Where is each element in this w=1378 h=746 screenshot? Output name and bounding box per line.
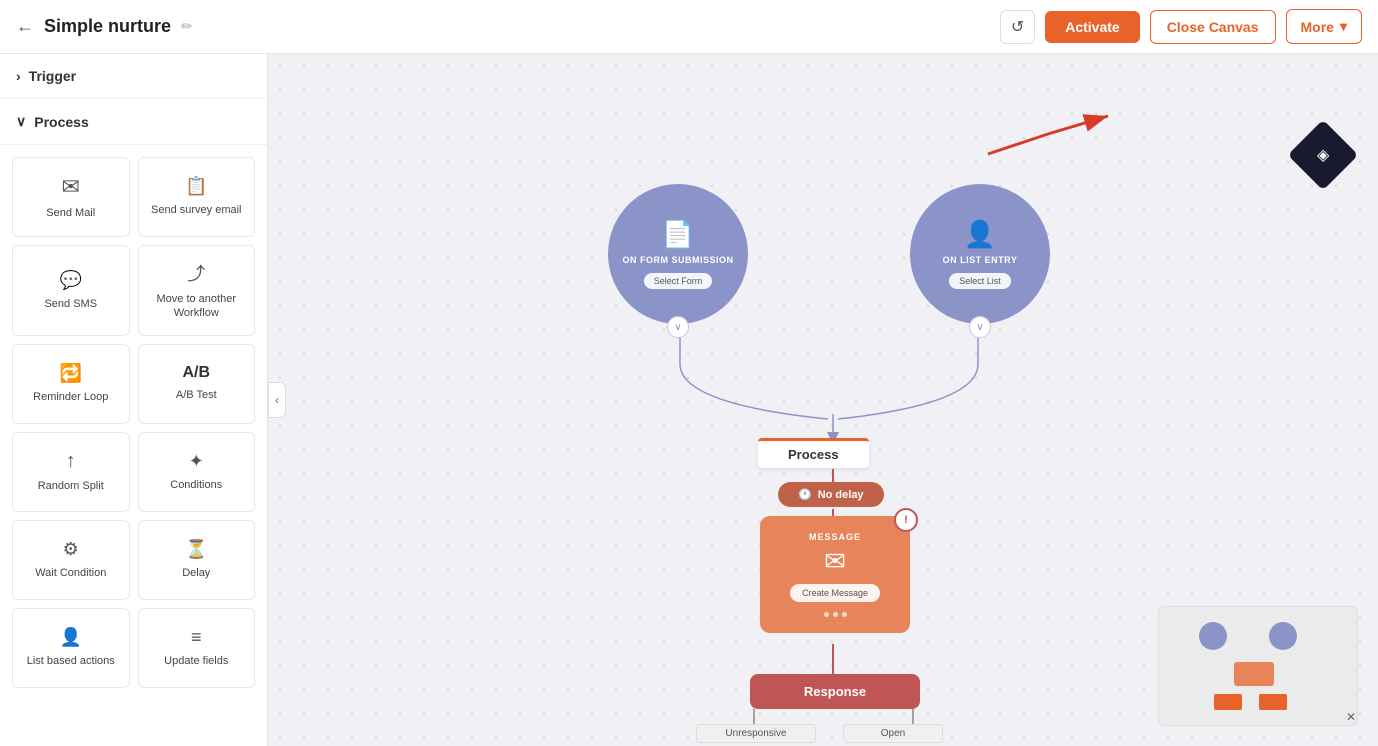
refresh-button[interactable]: ↺ — [1000, 10, 1035, 44]
activate-button[interactable]: Activate — [1045, 11, 1139, 43]
update-fields-icon: ≡ — [191, 627, 202, 648]
no-delay-label: No delay — [818, 489, 864, 501]
list-entry-icon: 👤 — [964, 219, 996, 250]
create-message-button[interactable]: Create Message — [790, 584, 880, 602]
sidebar-item-conditions[interactable]: ✦ Conditions — [138, 432, 256, 512]
sidebar-item-list-based-actions-label: List based actions — [27, 654, 115, 668]
sidebar-item-send-mail-label: Send Mail — [46, 206, 95, 220]
canvas[interactable]: ‹ ◈ — [268, 54, 1378, 746]
open-branch[interactable]: Open No delay — [843, 724, 943, 746]
trigger-chevron-icon: › — [16, 68, 21, 84]
process-section-label: Process — [34, 114, 88, 130]
open-label: Open — [843, 724, 943, 743]
wait-condition-icon: ⚙ — [63, 539, 79, 560]
trigger-form-submission[interactable]: 📄 ON FORM SUBMISSION Select Form ∨ — [608, 184, 748, 324]
dot2 — [833, 612, 838, 617]
sidebar-item-ab-test[interactable]: A/B A/B Test — [138, 344, 256, 424]
trigger-section-header[interactable]: › Trigger — [0, 54, 267, 99]
unresponsive-branch[interactable]: Unresponsive Wait 1 Hour — [696, 724, 816, 746]
list-based-actions-icon: 👤 — [60, 627, 82, 648]
main-layout: › Trigger ∨ Process ✉ Send Mail 📋 Send s… — [0, 54, 1378, 746]
message-node-envelope-icon: ✉ — [776, 546, 894, 577]
more-chevron-icon: ▾ — [1340, 18, 1347, 35]
sidebar: › Trigger ∨ Process ✉ Send Mail 📋 Send s… — [0, 54, 268, 746]
select-form-button[interactable]: Select Form — [644, 273, 713, 289]
mini-map-close-button[interactable]: ✕ — [1346, 710, 1356, 724]
form-submission-icon: 📄 — [662, 219, 694, 250]
trigger2-chevron-icon: ∨ — [969, 316, 991, 338]
sidebar-item-update-fields-label: Update fields — [164, 654, 228, 668]
trigger1-label: ON FORM SUBMISSION — [622, 254, 733, 267]
page-title: Simple nurture — [44, 16, 171, 37]
message-node-title: MESSAGE — [776, 532, 894, 542]
message-node[interactable]: MESSAGE ✉ Create Message ! — [760, 516, 910, 633]
close-canvas-button[interactable]: Close Canvas — [1150, 10, 1276, 44]
delay-icon: ⏳ — [185, 539, 207, 560]
more-button[interactable]: More ▾ — [1286, 9, 1362, 44]
header-right: ↺ Activate Close Canvas More ▾ — [1000, 9, 1362, 44]
sidebar-item-wait-condition[interactable]: ⚙ Wait Condition — [12, 520, 130, 600]
send-survey-email-icon: 📋 — [185, 176, 207, 197]
reminder-loop-icon: 🔁 — [60, 363, 82, 384]
sidebar-item-send-sms[interactable]: 💬 Send SMS — [12, 245, 130, 336]
header-left: ← Simple nurture ✏ — [16, 16, 193, 37]
minimap-branch2 — [1259, 694, 1287, 710]
sidebar-item-update-fields[interactable]: ≡ Update fields — [138, 608, 256, 688]
dot1 — [824, 612, 829, 617]
sidebar-item-conditions-label: Conditions — [170, 478, 222, 492]
minimap-circle2 — [1269, 622, 1297, 650]
sidebar-item-reminder-loop-label: Reminder Loop — [33, 390, 108, 404]
trigger-section: › Trigger — [0, 54, 267, 99]
select-list-button[interactable]: Select List — [949, 273, 1011, 289]
trigger-list-entry[interactable]: 👤 ON LIST ENTRY Select List ∨ — [910, 184, 1050, 324]
trigger2-label: ON LIST ENTRY — [943, 254, 1018, 267]
sidebar-item-random-split-label: Random Split — [38, 479, 104, 493]
response-node[interactable]: Response — [750, 674, 920, 709]
sidebar-item-send-sms-label: Send SMS — [44, 297, 97, 311]
trigger1-chevron-icon: ∨ — [667, 316, 689, 338]
sidebar-item-send-survey-email-label: Send survey email — [151, 203, 242, 217]
sidebar-item-list-based-actions[interactable]: 👤 List based actions — [12, 608, 130, 688]
process-section: ∨ Process ✉ Send Mail 📋 Send survey emai… — [0, 99, 267, 700]
sidebar-item-delay-label: Delay — [182, 566, 210, 580]
dot3 — [842, 612, 847, 617]
minimap-circle1 — [1199, 622, 1227, 650]
random-split-icon: ↑ — [66, 450, 76, 473]
process-chevron-icon: ∨ — [16, 113, 26, 130]
move-workflow-icon: ⤴ — [187, 260, 205, 286]
unresponsive-label: Unresponsive — [696, 724, 816, 743]
diamond-icon: ◈ — [1317, 145, 1329, 165]
mini-map — [1158, 606, 1358, 726]
minimap-branch1 — [1214, 694, 1242, 710]
warning-badge: ! — [894, 508, 918, 532]
clock-icon: 🕐 — [798, 488, 812, 501]
sidebar-item-move-workflow[interactable]: ⤴ Move to another Workflow — [138, 245, 256, 336]
sidebar-item-wait-condition-label: Wait Condition — [35, 566, 106, 580]
trigger-section-label: Trigger — [29, 68, 76, 84]
sidebar-item-send-survey-email[interactable]: 📋 Send survey email — [138, 157, 256, 237]
no-delay-node[interactable]: 🕐 No delay — [778, 482, 884, 507]
send-sms-icon: 💬 — [60, 270, 82, 291]
sidebar-item-random-split[interactable]: ↑ Random Split — [12, 432, 130, 512]
process-label: Process — [758, 438, 869, 468]
ab-test-icon: A/B — [182, 364, 210, 382]
sidebar-item-reminder-loop[interactable]: 🔁 Reminder Loop — [12, 344, 130, 424]
header: ← Simple nurture ✏ ↺ Activate Close Canv… — [0, 0, 1378, 54]
edit-icon[interactable]: ✏ — [181, 18, 193, 35]
sidebar-item-delay[interactable]: ⏳ Delay — [138, 520, 256, 600]
sidebar-item-ab-test-label: A/B Test — [176, 388, 217, 402]
conditions-icon: ✦ — [189, 451, 204, 472]
sidebar-item-move-workflow-label: Move to another Workflow — [147, 292, 247, 321]
minimap-message-node — [1234, 662, 1274, 686]
diamond-shape: ◈ — [1298, 130, 1348, 180]
process-section-header[interactable]: ∨ Process — [0, 99, 267, 145]
more-label: More — [1301, 19, 1334, 35]
send-mail-icon: ✉ — [62, 174, 80, 200]
back-button[interactable]: ← — [16, 16, 34, 37]
collapse-sidebar-button[interactable]: ‹ — [268, 382, 286, 418]
process-items-grid: ✉ Send Mail 📋 Send survey email 💬 Send S… — [0, 145, 267, 700]
sidebar-item-send-mail[interactable]: ✉ Send Mail — [12, 157, 130, 237]
